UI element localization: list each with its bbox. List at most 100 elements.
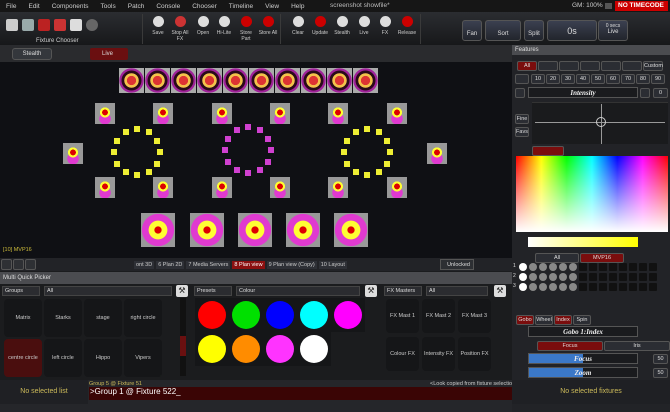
group-button[interactable]: Matrix bbox=[4, 299, 42, 337]
unlocked-button[interactable]: Unlocked bbox=[440, 259, 474, 270]
view-tab[interactable]: 10 Layout bbox=[318, 260, 347, 269]
colour-preset[interactable] bbox=[263, 332, 297, 366]
fixture-pixel[interactable] bbox=[341, 149, 347, 155]
fixture-pixel[interactable] bbox=[364, 126, 370, 132]
fx-master-button[interactable]: Position FX bbox=[458, 337, 491, 371]
view-tab[interactable]: 8 Plan view bbox=[232, 260, 265, 269]
gobo-icon[interactable] bbox=[529, 273, 537, 281]
toolbar-open-button[interactable]: Open bbox=[193, 16, 213, 36]
media-icon[interactable] bbox=[70, 19, 82, 31]
menu-edit[interactable]: Edit bbox=[22, 3, 45, 10]
colour-preset[interactable] bbox=[263, 298, 297, 332]
fixture-pixel[interactable] bbox=[122, 168, 129, 175]
gobo-icon[interactable] bbox=[559, 273, 567, 281]
feature-tab[interactable]: Custom bbox=[643, 61, 663, 71]
wrench-icon[interactable]: ⚒ bbox=[176, 285, 188, 297]
split-button[interactable]: Split bbox=[524, 20, 544, 41]
time-display[interactable]: 0s bbox=[547, 20, 597, 41]
fixture-spot[interactable] bbox=[327, 68, 352, 93]
fixture-pixel[interactable] bbox=[387, 149, 393, 155]
fixture-spot[interactable] bbox=[249, 68, 274, 93]
fan-button[interactable]: Fan bbox=[462, 20, 482, 41]
wrench-icon[interactable]: ⚒ bbox=[365, 285, 377, 297]
fixture-led-panel[interactable] bbox=[334, 213, 368, 247]
fixture-icon[interactable] bbox=[38, 19, 50, 31]
fixture-spot[interactable] bbox=[119, 68, 144, 93]
command-line-input[interactable]: >Group 1 @ Fixture 522_ bbox=[89, 387, 512, 400]
zoom-out-icon[interactable] bbox=[1, 259, 12, 270]
fixture-pixel[interactable] bbox=[122, 129, 129, 136]
fixture-led-panel[interactable] bbox=[190, 213, 224, 247]
level-button[interactable]: 30 bbox=[561, 74, 575, 84]
gobo-icon[interactable] bbox=[629, 283, 637, 291]
gobo-index-slider[interactable]: Gobo 1:Index bbox=[528, 326, 638, 337]
gobo-icon[interactable] bbox=[519, 263, 527, 271]
fixture-pixel[interactable] bbox=[264, 135, 271, 142]
level-button[interactable]: 10 bbox=[531, 74, 545, 84]
skip-forward-icon[interactable] bbox=[640, 88, 650, 98]
fixture-wash[interactable] bbox=[153, 103, 173, 124]
fine-button[interactable]: Fine bbox=[515, 114, 529, 124]
level-button[interactable]: 90 bbox=[651, 74, 665, 84]
fixture-wash[interactable] bbox=[95, 177, 115, 198]
view-tab[interactable]: ont 3D bbox=[134, 260, 155, 269]
fixture-wash[interactable] bbox=[95, 103, 115, 124]
fixture-wash[interactable] bbox=[387, 103, 407, 124]
gobo-icon[interactable] bbox=[599, 283, 607, 291]
gobo-icon[interactable] bbox=[569, 263, 577, 271]
gobo-icon[interactable] bbox=[609, 263, 617, 271]
fixture-pixel[interactable] bbox=[233, 166, 240, 173]
gobo-icon[interactable] bbox=[519, 273, 527, 281]
gobo-icon[interactable] bbox=[589, 273, 597, 281]
toolbar-update-button[interactable]: Update bbox=[310, 16, 330, 36]
fixture-pixel[interactable] bbox=[268, 147, 274, 153]
fixture-chooser-icon[interactable] bbox=[6, 19, 18, 31]
fixture-pixel[interactable] bbox=[383, 137, 390, 144]
toolbar-clear-button[interactable]: Clear bbox=[288, 16, 308, 36]
fx-filter[interactable]: FX Masters bbox=[384, 286, 422, 296]
menu-view[interactable]: View bbox=[259, 3, 285, 10]
gobo-icon[interactable] bbox=[609, 273, 617, 281]
fixture-led-panel[interactable] bbox=[238, 213, 272, 247]
colour-preset[interactable] bbox=[229, 332, 263, 366]
groups-filter[interactable]: Groups bbox=[2, 286, 40, 296]
fixture-pixel[interactable] bbox=[233, 127, 240, 134]
group-button[interactable]: stage bbox=[84, 299, 122, 337]
view-tab[interactable]: 9 Plan view (Copy) bbox=[266, 260, 317, 269]
gobo-icon[interactable] bbox=[539, 283, 547, 291]
fx-master-button[interactable]: FX Mast 2 bbox=[422, 299, 455, 333]
gobo-icon[interactable] bbox=[559, 263, 567, 271]
skip-back-icon[interactable] bbox=[515, 88, 525, 98]
gobo-icon[interactable] bbox=[579, 283, 587, 291]
zoom-slider[interactable]: Zoom bbox=[528, 367, 638, 378]
gobo-icon[interactable] bbox=[599, 263, 607, 271]
group-button[interactable]: Starks bbox=[44, 299, 82, 337]
gobo-icon[interactable] bbox=[559, 283, 567, 291]
fixture-wash[interactable] bbox=[63, 143, 83, 164]
toolbar-stealth-button[interactable]: Stealth bbox=[332, 16, 352, 36]
fixture-spot[interactable] bbox=[197, 68, 222, 93]
favs-button[interactable]: Favs bbox=[515, 127, 529, 137]
focus-tab[interactable]: Iris bbox=[604, 341, 670, 351]
gobo-icon[interactable] bbox=[639, 283, 647, 291]
presets-filter-value[interactable]: Colour bbox=[236, 286, 360, 296]
sort-button[interactable]: Sort bbox=[485, 20, 521, 41]
fixture-pixel[interactable] bbox=[134, 172, 140, 178]
toolbar-fx-button[interactable]: FX bbox=[375, 16, 395, 36]
group-button[interactable]: left circle bbox=[44, 339, 82, 377]
fixture-pixel[interactable] bbox=[114, 137, 121, 144]
colour-preset[interactable] bbox=[229, 298, 263, 332]
gobo-tab[interactable]: MVP16 bbox=[580, 253, 624, 263]
zoom-fit-icon[interactable] bbox=[25, 259, 36, 270]
groups-scrollbar[interactable] bbox=[180, 298, 186, 376]
gobo-icon[interactable] bbox=[529, 263, 537, 271]
toolbar-save-button[interactable]: Save bbox=[148, 16, 168, 36]
fixture-pixel[interactable] bbox=[153, 137, 160, 144]
intensity-slider[interactable]: Intensity bbox=[528, 87, 638, 98]
fixture-pixel[interactable] bbox=[145, 129, 152, 136]
group-button[interactable]: centre circle bbox=[4, 339, 42, 377]
fixture-pixel[interactable] bbox=[364, 172, 370, 178]
level-button[interactable]: 20 bbox=[546, 74, 560, 84]
layout-icon[interactable] bbox=[54, 19, 66, 31]
fixture-pixel[interactable] bbox=[222, 147, 228, 153]
